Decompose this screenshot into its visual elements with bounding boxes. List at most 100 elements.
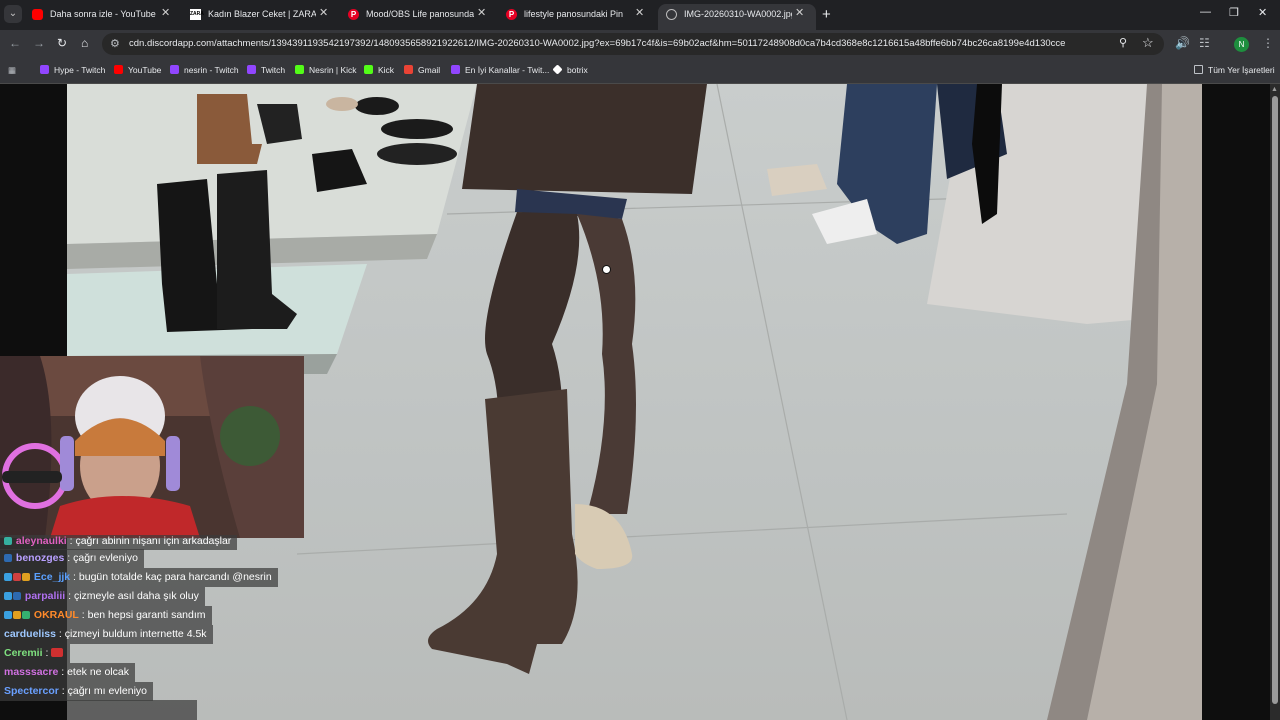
bookmark-kick[interactable]: Kick — [364, 65, 394, 75]
tab-youtube-watch-later[interactable]: Daha sonra izle - YouTube ✕ — [24, 4, 182, 30]
tab-title: Kadın Blazer Ceket | ZARA Türkiye — [208, 9, 316, 19]
tab-strip: ⌄ Daha sonra izle - YouTube ✕ ZARA Kadın… — [0, 0, 1280, 30]
audio-playing-icon[interactable]: 🔊 — [1175, 36, 1190, 50]
close-icon[interactable]: ✕ — [795, 6, 804, 19]
site-info-icon[interactable]: ⚙ — [110, 37, 120, 50]
bookmark-label: YouTube — [128, 65, 162, 75]
youtube-icon — [114, 65, 123, 74]
gmail-icon — [404, 65, 413, 74]
close-window-icon[interactable]: ✕ — [1258, 6, 1267, 19]
chat-username: OKRAUL — [33, 609, 79, 621]
bookmark-label: botrix — [567, 65, 588, 75]
bookmark-hype-twitch[interactable]: Hype - Twitch — [40, 65, 105, 75]
bookmark-label: nesrin - Twitch — [184, 65, 239, 75]
bookmark-en-iyi-kanallar[interactable]: En İyi Kanallar - Twit... — [451, 65, 549, 75]
bookmark-label: Hype - Twitch — [54, 65, 106, 75]
badge-icon — [13, 592, 21, 600]
bookmark-label: Tüm Yer İşaretleri — [1208, 65, 1275, 75]
streamer-webcam — [0, 356, 304, 538]
badge-icon — [4, 537, 12, 545]
bookmarks-bar: ▦ Hype - Twitch YouTube nesrin - Twitch … — [0, 58, 1280, 84]
extensions-icon[interactable]: ☷ — [1199, 36, 1210, 50]
twitch-icon — [170, 65, 179, 74]
tab-pinterest-lifestyle[interactable]: P lifestyle panosundaki Pin ✕ — [498, 4, 656, 30]
pinterest-icon: P — [506, 9, 517, 20]
bookmark-label: Nesrin | Kick — [309, 65, 357, 75]
profile-avatar[interactable]: N — [1234, 37, 1249, 52]
bookmark-youtube[interactable]: YouTube — [114, 65, 161, 75]
chat-username: parpaliii — [24, 590, 66, 602]
badge-icon — [4, 592, 12, 600]
image-viewport: ▲ aleynaulki : çağrı abinin nişanı için … — [0, 84, 1280, 720]
scrollbar-thumb[interactable] — [1272, 96, 1278, 704]
webcam-overlay — [0, 356, 304, 538]
chat-text: çağrı abinin nişanı için arkadaşlar — [75, 535, 232, 547]
chat-text: etek ne olcak — [67, 666, 129, 678]
chat-message: parpaliii : çizmeyle asıl daha şık oluy — [0, 587, 205, 606]
tab-search-button[interactable]: ⌄ — [4, 5, 22, 23]
bookmark-star-icon[interactable]: ☆ — [1142, 35, 1154, 51]
scroll-up-icon[interactable]: ▲ — [1271, 86, 1278, 93]
chat-message: Spectercor : çağrı mı evleniyo — [0, 682, 153, 701]
bookmark-nesrin-kick[interactable]: Nesrin | Kick — [295, 65, 357, 75]
menu-icon[interactable]: ⋮ — [1262, 36, 1274, 50]
chat-message: Ceremii : — [0, 644, 71, 663]
zoom-cursor-icon — [602, 265, 611, 274]
badge-icon — [4, 554, 12, 562]
chat-overlay-footer — [67, 700, 197, 720]
tab-title: lifestyle panosundaki Pin — [524, 9, 624, 19]
scrollbar[interactable]: ▲ — [1270, 84, 1280, 720]
close-icon[interactable]: ✕ — [477, 6, 486, 19]
new-tab-button[interactable]: + — [822, 6, 831, 23]
bookmark-label: Twitch — [261, 65, 286, 75]
close-icon[interactable]: ✕ — [635, 6, 644, 19]
chat-text: çağrı mı evleniyo — [67, 685, 147, 697]
reload-icon[interactable]: ↻ — [57, 36, 67, 50]
restore-icon[interactable]: ❐ — [1229, 6, 1239, 19]
chat-text: bugün totalde kaç para harcandı @nesrin — [78, 571, 272, 583]
badge-icon — [22, 573, 30, 581]
forward-icon[interactable]: → — [33, 36, 45, 50]
chat-username: cardueliss — [4, 628, 56, 640]
back-icon[interactable]: ← — [9, 36, 21, 50]
zara-icon: ZARA — [190, 9, 204, 20]
tab-pinterest-mood[interactable]: P Mood/OBS Life panosundaki Pin ✕ — [340, 4, 498, 30]
twitch-icon — [247, 65, 256, 74]
badge-icon — [22, 611, 30, 619]
chat-message: Ece_jjk : bugün totalde kaç para harcand… — [0, 568, 278, 587]
chat-username: benozges — [15, 552, 65, 564]
close-icon[interactable]: ✕ — [161, 6, 170, 19]
bookmark-label: Kick — [378, 65, 395, 75]
pinterest-icon: P — [348, 9, 359, 20]
all-bookmarks-folder[interactable]: Tüm Yer İşaretleri — [1194, 65, 1275, 75]
bookmark-gmail[interactable]: Gmail — [404, 65, 440, 75]
chat-message: masssacre : etek ne olcak — [0, 663, 135, 682]
bookmark-botrix[interactable]: botrix — [552, 64, 588, 75]
apps-grid-icon[interactable]: ▦ — [8, 65, 16, 76]
tab-image[interactable]: IMG-20260310-WA0002.jpg (4... ✕ — [658, 4, 816, 30]
chat-message: aleynaulki : çağrı abinin nişanı için ar… — [0, 535, 238, 550]
bookmark-nesrin-twitch[interactable]: nesrin - Twitch — [170, 65, 239, 75]
chat-text: çizmeyi buldum internette 4.5k — [64, 628, 207, 640]
chat-message: cardueliss : çizmeyi buldum internette 4… — [0, 625, 213, 644]
address-bar[interactable]: ⚙ cdn.discordapp.com/attachments/1394391… — [102, 33, 1164, 55]
minimize-icon[interactable]: — — [1200, 6, 1211, 18]
twitch-icon — [40, 65, 49, 74]
tab-zara[interactable]: ZARA Kadın Blazer Ceket | ZARA Türkiye ✕ — [182, 4, 340, 30]
badge-icon — [13, 611, 21, 619]
badge-icon — [4, 611, 12, 619]
toolbar: ← → ↻ ⌂ ⚙ cdn.discordapp.com/attachments… — [0, 30, 1280, 58]
home-icon[interactable]: ⌂ — [81, 36, 88, 50]
folder-icon — [1194, 65, 1203, 74]
chat-message: OKRAUL : ben hepsi garanti sandım — [0, 606, 212, 625]
url-text[interactable]: cdn.discordapp.com/attachments/139439119… — [129, 38, 1129, 49]
chat-text: ben hepsi garanti sandım — [87, 609, 206, 621]
chat-text: çağrı evleniyo — [73, 552, 138, 564]
zoom-icon[interactable]: ⚲ — [1119, 36, 1127, 49]
close-icon[interactable]: ✕ — [319, 6, 328, 19]
chat-message: benozges : çağrı evleniyo — [0, 549, 144, 568]
botrix-icon — [552, 64, 563, 75]
chat-text: çizmeyle asıl daha şık oluy — [73, 590, 199, 602]
kick-icon — [364, 65, 373, 74]
bookmark-twitch[interactable]: Twitch — [247, 65, 285, 75]
